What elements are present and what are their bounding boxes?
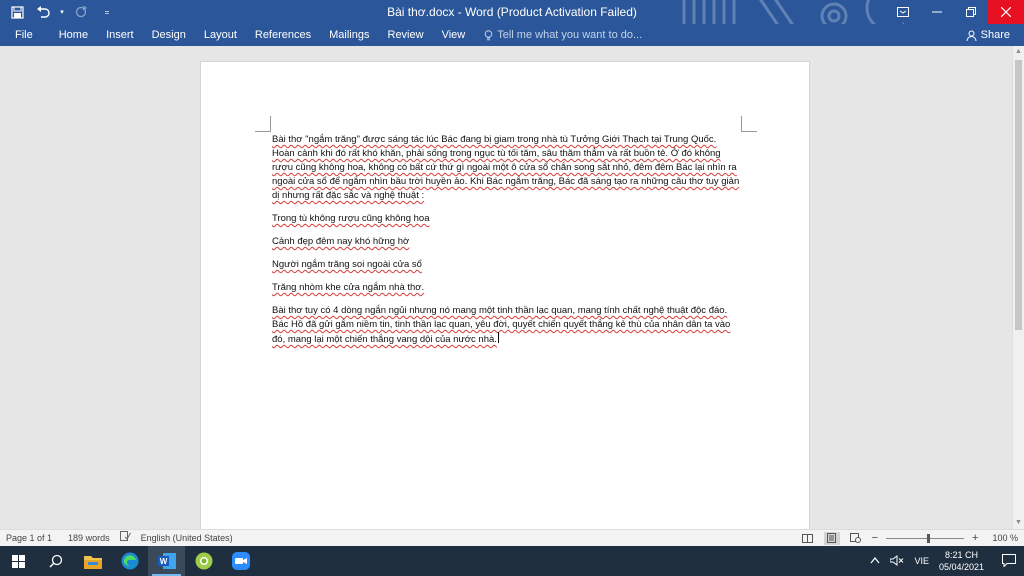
word-count[interactable]: 189 words bbox=[68, 530, 110, 546]
taskbar: W VIE 8:21 CH 05/04/2021 bbox=[0, 546, 1024, 576]
status-left: Page 1 of 1 189 words English (United St… bbox=[6, 530, 233, 546]
document-page[interactable]: Bài thơ "ngắm trăng" được sáng tác lúc B… bbox=[200, 61, 810, 529]
tab-mailings[interactable]: Mailings bbox=[320, 24, 378, 46]
print-layout-icon[interactable] bbox=[823, 531, 840, 545]
paragraph-intro: Bài thơ "ngắm trăng" được sáng tác lúc B… bbox=[272, 134, 740, 201]
tell-me-placeholder: Tell me what you want to do... bbox=[497, 29, 643, 41]
language-status[interactable]: English (United States) bbox=[141, 530, 233, 546]
margin-mark-top-right bbox=[741, 116, 757, 132]
page-count[interactable]: Page 1 of 1 bbox=[6, 530, 52, 546]
poem-line-2: Cảnh đẹp đêm nay khó hững hờ bbox=[272, 236, 410, 247]
clock-date: 05/04/2021 bbox=[938, 562, 984, 572]
word-icon[interactable]: W bbox=[148, 546, 185, 576]
zoom-knob[interactable] bbox=[927, 533, 931, 543]
zoom-slider[interactable] bbox=[886, 532, 965, 545]
tab-design[interactable]: Design bbox=[143, 24, 195, 46]
tab-review[interactable]: Review bbox=[379, 24, 433, 46]
taskbar-apps: W bbox=[0, 546, 259, 576]
restore-icon[interactable] bbox=[954, 0, 988, 24]
edge-icon[interactable] bbox=[111, 546, 148, 576]
text-cursor bbox=[497, 332, 499, 343]
person-icon bbox=[966, 30, 977, 41]
system-tray: VIE 8:21 CH 05/04/2021 bbox=[870, 546, 1024, 576]
margin-mark-top-left bbox=[255, 116, 271, 132]
speaker-muted-icon[interactable] bbox=[889, 554, 904, 568]
tab-references[interactable]: References bbox=[246, 24, 320, 46]
zoom-out-icon[interactable]: − bbox=[872, 532, 878, 544]
document-body[interactable]: Bài thơ "ngắm trăng" được sáng tác lúc B… bbox=[272, 133, 740, 356]
tab-home[interactable]: Home bbox=[50, 24, 97, 46]
chevron-up-icon[interactable] bbox=[870, 556, 880, 566]
windows-start-icon[interactable] bbox=[0, 546, 37, 576]
ribbon-tabs-bar: File Home Insert Design Layout Reference… bbox=[0, 24, 1024, 46]
tab-file[interactable]: File bbox=[0, 24, 50, 46]
document-area: Bài thơ "ngắm trăng" được sáng tác lúc B… bbox=[0, 46, 1012, 529]
web-layout-icon[interactable] bbox=[848, 532, 864, 545]
chrome-like-icon[interactable] bbox=[185, 546, 222, 576]
clock[interactable]: 8:21 CH 05/04/2021 bbox=[939, 549, 984, 573]
tell-me-box[interactable]: Tell me what you want to do... bbox=[474, 29, 642, 41]
clock-time: 8:21 CH bbox=[944, 550, 978, 560]
svg-text:W: W bbox=[159, 557, 167, 566]
tab-view[interactable]: View bbox=[433, 24, 475, 46]
vertical-scrollbar[interactable]: ▲ ▼ bbox=[1012, 46, 1024, 529]
ribbon-display-options-icon[interactable] bbox=[886, 0, 920, 24]
input-language[interactable]: VIE bbox=[914, 556, 929, 566]
search-icon[interactable] bbox=[37, 546, 74, 576]
paragraph-conclusion-wrap: Bài thơ tuy có 4 dòng ngắn ngủi nhưng nó… bbox=[272, 304, 740, 347]
zoom-icon[interactable] bbox=[222, 546, 259, 576]
scroll-up-icon[interactable]: ▲ bbox=[1013, 46, 1024, 58]
file-explorer-icon[interactable] bbox=[74, 546, 111, 576]
share-button[interactable]: Share bbox=[966, 24, 1010, 46]
tab-layout[interactable]: Layout bbox=[195, 24, 246, 46]
title-bar-decoration bbox=[682, 0, 904, 24]
ribbon-tabs: File Home Insert Design Layout Reference… bbox=[0, 24, 642, 46]
status-right: − + 100 % bbox=[800, 530, 1018, 546]
title-bar: ▾ = Bài thơ.docx - Word (Product Activat… bbox=[0, 0, 1024, 24]
poem-line-4: Trăng nhòm khe cửa ngắm nhà thơ. bbox=[272, 282, 425, 293]
share-label: Share bbox=[980, 29, 1010, 41]
status-bar: Page 1 of 1 189 words English (United St… bbox=[0, 529, 1024, 546]
zoom-track bbox=[886, 537, 965, 539]
window-controls bbox=[886, 0, 1024, 24]
minimize-icon[interactable] bbox=[920, 0, 954, 24]
poem-line-1: Trong tù không rượu cũng không hoa bbox=[272, 213, 430, 224]
zoom-in-icon[interactable]: + bbox=[972, 532, 978, 544]
poem-line-3: Người ngắm trăng soi ngoài cửa sổ bbox=[272, 259, 422, 270]
zoom-level[interactable]: 100 % bbox=[992, 533, 1018, 543]
notification-icon[interactable] bbox=[1002, 553, 1016, 569]
tab-insert[interactable]: Insert bbox=[97, 24, 143, 46]
lightbulb-icon bbox=[484, 29, 493, 40]
scroll-thumb[interactable] bbox=[1015, 60, 1022, 330]
proofing-icon[interactable] bbox=[119, 530, 131, 546]
scroll-down-icon[interactable]: ▼ bbox=[1013, 517, 1024, 529]
close-icon[interactable] bbox=[988, 0, 1024, 24]
read-mode-icon[interactable] bbox=[800, 532, 816, 545]
paragraph-conclusion: Bài thơ tuy có 4 dòng ngắn ngủi nhưng nó… bbox=[272, 305, 731, 345]
